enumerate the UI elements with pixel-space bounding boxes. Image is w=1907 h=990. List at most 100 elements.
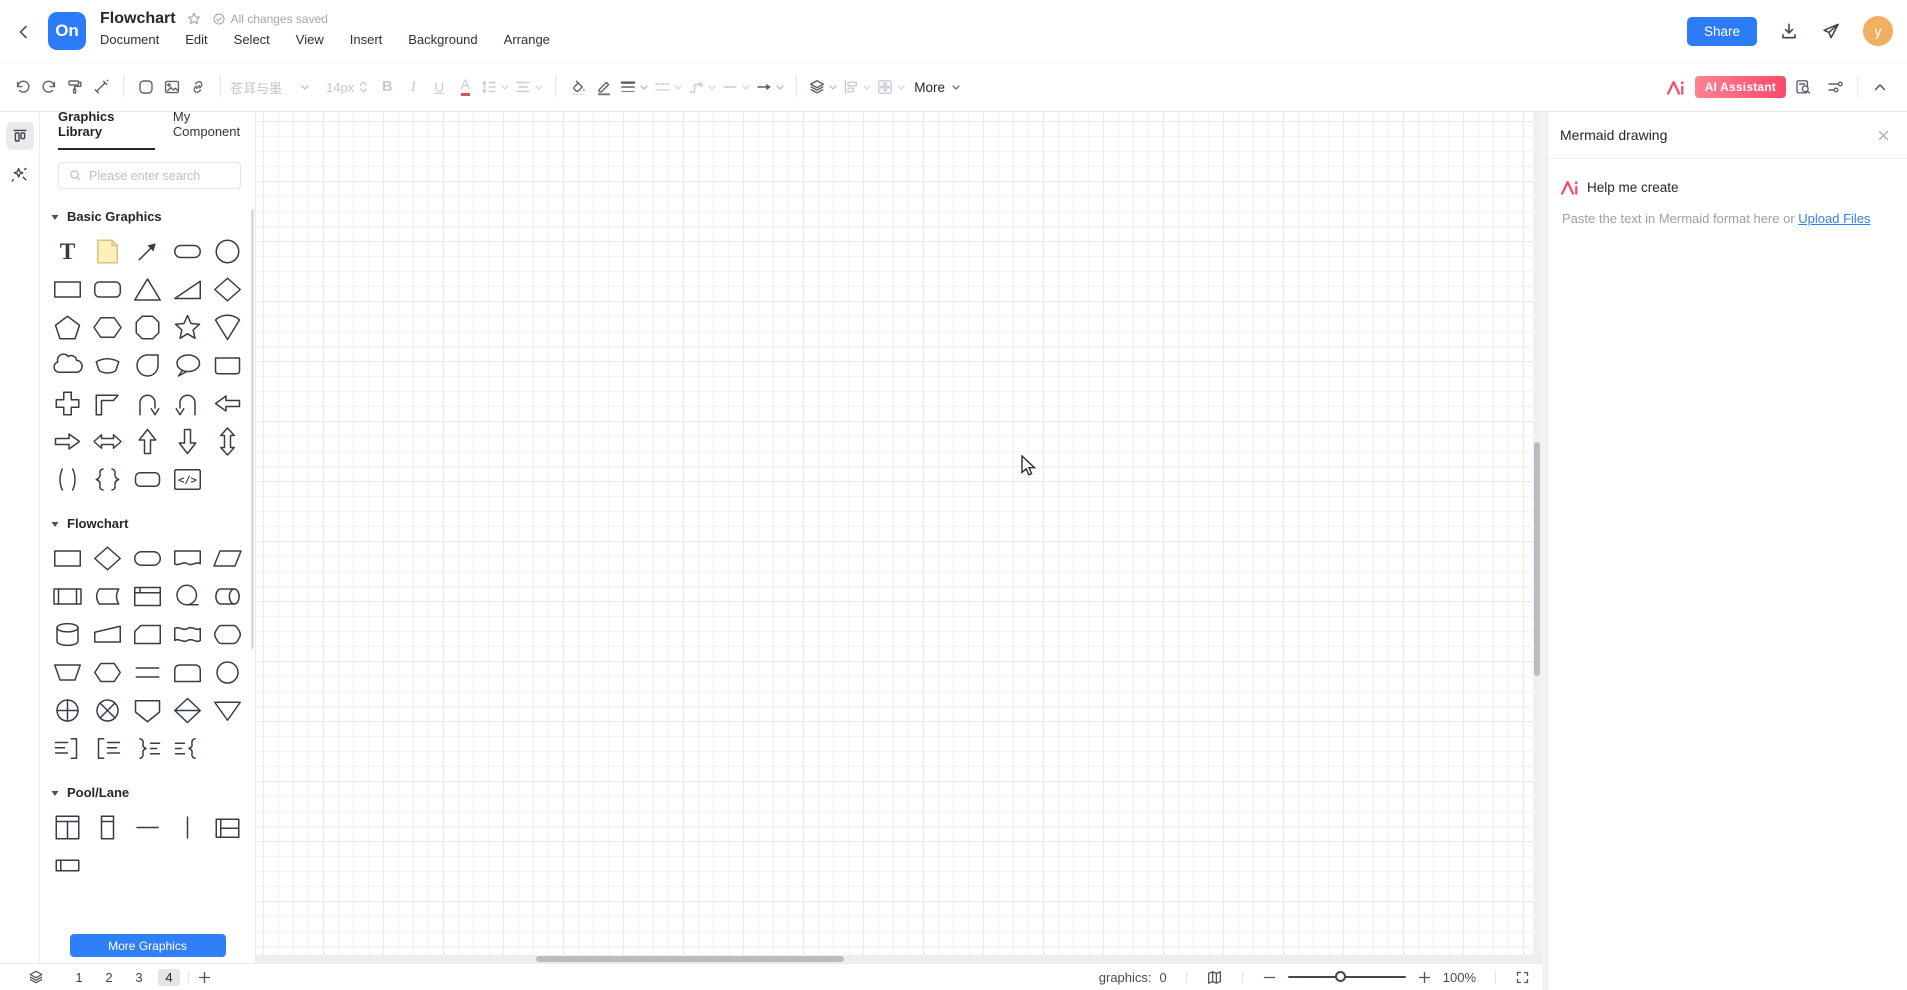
page-1[interactable]: 1 — [68, 969, 90, 986]
undo-icon[interactable] — [10, 74, 36, 100]
style-pen-icon[interactable] — [88, 74, 114, 100]
shape-arrow-double-v[interactable] — [207, 422, 247, 460]
stroke-color-icon[interactable] — [591, 74, 617, 100]
shape-summing-junction[interactable] — [88, 691, 128, 729]
zoom-level[interactable]: 100% — [1443, 970, 1476, 985]
shape-pool-vertical-1[interactable] — [88, 808, 128, 846]
shape-internal-storage[interactable] — [128, 577, 168, 615]
shape-triangle[interactable] — [128, 270, 168, 308]
shape-rounded-box[interactable] — [128, 460, 168, 498]
toolbar-collapse-icon[interactable] — [1867, 74, 1893, 100]
zoom-out-icon[interactable] — [1262, 970, 1277, 985]
download-icon[interactable] — [1779, 21, 1799, 41]
shape-connector-node[interactable] — [207, 653, 247, 691]
drawing-canvas[interactable] — [256, 112, 1542, 963]
shape-sticky-note[interactable] — [88, 232, 128, 270]
shape-sector[interactable] — [207, 308, 247, 346]
shape-hexagon-rounded[interactable] — [207, 615, 247, 653]
avatar[interactable]: y — [1863, 16, 1893, 46]
add-page-icon[interactable] — [197, 970, 212, 985]
shape-code-block[interactable]: </> — [167, 460, 207, 498]
shape-angle[interactable] — [88, 384, 128, 422]
shape-manual-input[interactable] — [88, 615, 128, 653]
shape-merge[interactable] — [207, 691, 247, 729]
menu-view[interactable]: View — [296, 32, 324, 47]
sidebar-scrollbar[interactable] — [251, 209, 254, 649]
shape-hexagon[interactable] — [88, 308, 128, 346]
shape-parentheses[interactable] — [48, 460, 88, 498]
shape-cloud[interactable] — [48, 346, 88, 384]
shape-preparation[interactable] — [88, 653, 128, 691]
adjust-icon[interactable] — [1822, 74, 1848, 100]
shape-teardrop[interactable] — [128, 346, 168, 384]
connector-icon[interactable] — [685, 74, 719, 100]
image-icon[interactable] — [159, 74, 185, 100]
shape-pool-vertical-2[interactable] — [48, 808, 88, 846]
tab-my-component[interactable]: My Component — [173, 109, 255, 150]
shape-speech-bubble[interactable] — [167, 346, 207, 384]
line-style-icon[interactable] — [651, 74, 685, 100]
font-size-stepper[interactable]: 14px — [326, 80, 368, 95]
shape-paper-tape[interactable] — [167, 615, 207, 653]
tab-graphics-library[interactable]: Graphics Library — [58, 109, 155, 150]
section-basic-graphics[interactable]: Basic Graphics — [40, 195, 255, 230]
search-input[interactable] — [89, 168, 231, 183]
shape-arc[interactable] — [88, 346, 128, 384]
shape-display[interactable] — [167, 653, 207, 691]
zoom-slider-thumb[interactable] — [1334, 971, 1346, 982]
shape-manual-operation[interactable] — [48, 653, 88, 691]
shape-predefined-process[interactable] — [48, 577, 88, 615]
stepper-icons[interactable] — [359, 80, 368, 94]
shape-arrow-down[interactable] — [167, 422, 207, 460]
fullscreen-icon[interactable] — [1515, 970, 1530, 985]
zoom-slider[interactable] — [1287, 970, 1406, 984]
shape-stored-data[interactable] — [88, 577, 128, 615]
app-logo[interactable]: On — [48, 12, 86, 50]
help-me-create[interactable]: Help me create — [1560, 179, 1893, 196]
ai-assistant-button[interactable]: AI Assistant — [1694, 76, 1786, 98]
shape-icon[interactable] — [133, 74, 159, 100]
page-4[interactable]: 4 — [158, 968, 180, 986]
format-painter-icon[interactable] — [62, 74, 88, 100]
menu-background[interactable]: Background — [408, 32, 477, 47]
minimap-icon[interactable] — [1206, 969, 1223, 986]
menu-edit[interactable]: Edit — [185, 32, 207, 47]
section-flowchart[interactable]: Flowchart — [40, 502, 255, 537]
bold-icon[interactable]: B — [374, 74, 400, 100]
shape-arrow-diagonal[interactable] — [128, 232, 168, 270]
layer-icon[interactable] — [806, 74, 840, 100]
shape-braces[interactable] — [88, 460, 128, 498]
shape-direct-data[interactable] — [207, 577, 247, 615]
back-button[interactable] — [12, 20, 36, 44]
shape-folded-rect[interactable] — [207, 346, 247, 384]
shape-circle[interactable] — [207, 232, 247, 270]
shape-or-junction[interactable] — [48, 691, 88, 729]
horizontal-scroll-thumb[interactable] — [536, 956, 844, 962]
shape-arrow-up[interactable] — [128, 422, 168, 460]
shape-arrow-right[interactable] — [48, 422, 88, 460]
line-height-icon[interactable] — [478, 74, 512, 100]
shape-database[interactable] — [48, 615, 88, 653]
menu-document[interactable]: Document — [100, 32, 159, 47]
more-button[interactable]: More — [914, 80, 961, 95]
shape-brace-left[interactable] — [167, 729, 207, 767]
menu-insert[interactable]: Insert — [350, 32, 383, 47]
shape-lane-horizontal[interactable] — [128, 808, 168, 846]
fill-color-icon[interactable] — [565, 74, 591, 100]
shape-parallel-mode[interactable] — [128, 653, 168, 691]
vertical-scroll-thumb[interactable] — [1534, 442, 1540, 676]
line-width-icon[interactable] — [617, 74, 651, 100]
section-pool-lane[interactable]: Pool/Lane — [40, 771, 255, 806]
menu-select[interactable]: Select — [234, 32, 270, 47]
shape-flat-rounded-rect[interactable] — [167, 232, 207, 270]
shape-brace-right[interactable] — [128, 729, 168, 767]
shape-decision[interactable] — [88, 539, 128, 577]
magic-wand-icon[interactable] — [10, 166, 28, 184]
shape-comment-right[interactable] — [48, 729, 88, 767]
shape-arrow-double-h[interactable] — [88, 422, 128, 460]
shape-data[interactable] — [207, 539, 247, 577]
shape-star[interactable] — [167, 308, 207, 346]
italic-icon[interactable]: I — [400, 74, 426, 100]
shape-cross[interactable] — [48, 384, 88, 422]
vertical-scrollbar[interactable] — [1533, 112, 1542, 955]
